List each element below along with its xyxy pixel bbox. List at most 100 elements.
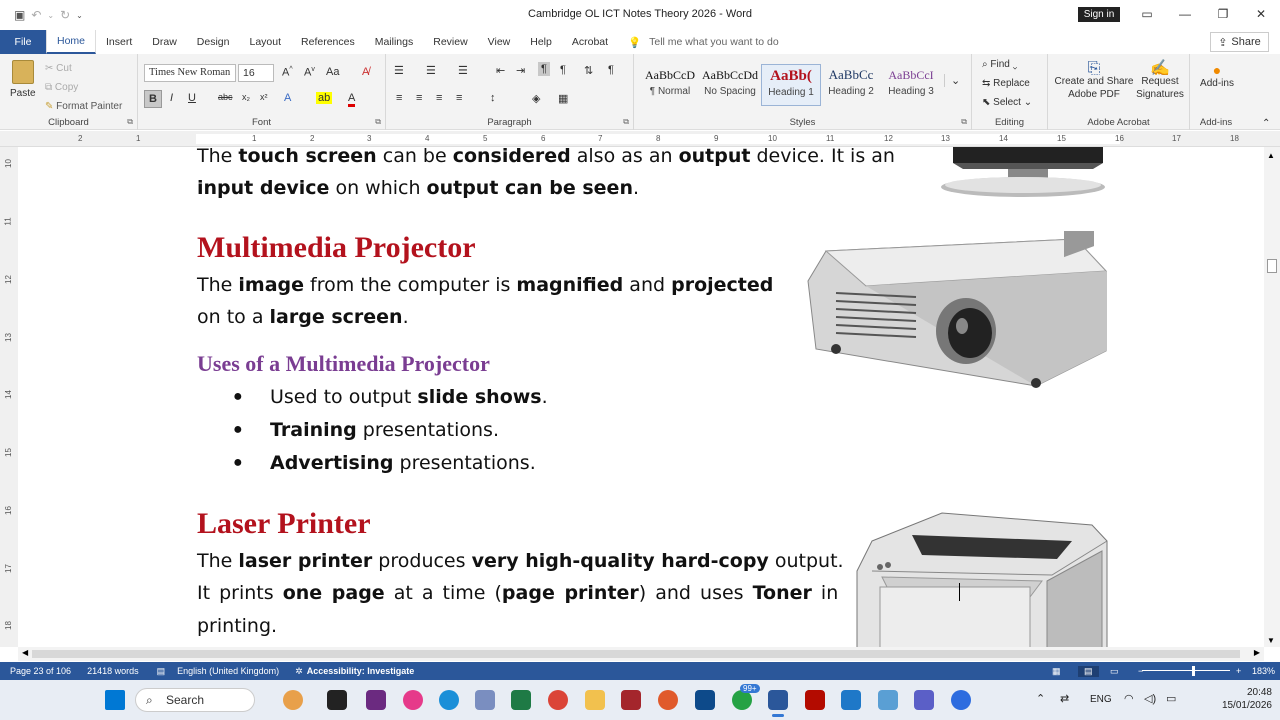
grow-font-icon[interactable]: A^ xyxy=(282,66,293,79)
read-mode-icon[interactable]: ▦ xyxy=(1052,666,1061,677)
redo-icon[interactable]: ↻ xyxy=(60,8,70,22)
share-button[interactable]: ⇪ Share xyxy=(1210,32,1269,52)
increase-indent-icon[interactable]: ⇥ xyxy=(516,64,525,77)
styles-dialog-launcher-icon[interactable]: ⧉ xyxy=(961,117,967,127)
scroll-right-icon[interactable]: ▶ xyxy=(1254,648,1260,657)
minimize-button[interactable]: — xyxy=(1166,0,1204,28)
zoom-out-icon[interactable]: − xyxy=(1138,666,1143,676)
copilot-icon[interactable] xyxy=(403,690,423,710)
zoom-slider[interactable] xyxy=(1142,670,1230,671)
proofing-icon[interactable]: ▤ xyxy=(157,666,166,677)
whatsapp-icon[interactable] xyxy=(732,690,752,710)
numbering-icon[interactable]: ☰ xyxy=(426,64,436,77)
access-icon[interactable] xyxy=(621,690,641,710)
zoom-slider-thumb[interactable] xyxy=(1192,666,1195,676)
strikethrough-button[interactable]: abc xyxy=(218,92,233,102)
sign-in-button[interactable]: Sign in xyxy=(1078,7,1120,22)
wifi-icon[interactable]: ◠ xyxy=(1124,692,1134,705)
app-icon[interactable] xyxy=(475,690,495,710)
sort-icon[interactable]: ⇅ xyxy=(584,64,593,77)
style-heading-3[interactable]: AaBbCcI Heading 3 xyxy=(881,64,941,106)
highlight-icon[interactable]: ab xyxy=(316,92,333,104)
battery-icon[interactable]: ▭ xyxy=(1166,692,1176,705)
firefox-icon[interactable] xyxy=(658,690,678,710)
change-case-icon[interactable]: Aa xyxy=(326,66,339,78)
excel-icon[interactable] xyxy=(511,690,531,710)
align-left-icon[interactable]: ≡ xyxy=(396,92,402,104)
taskbar-clock[interactable]: 20:48 15/01/2026 xyxy=(1222,686,1272,712)
font-family-select[interactable]: Times New Roman xyxy=(144,64,236,82)
save-icon[interactable]: ▣ xyxy=(14,8,25,22)
tab-home[interactable]: Home xyxy=(46,30,97,54)
copy-button[interactable]: ⧉ Copy xyxy=(45,78,122,97)
widget-icon[interactable] xyxy=(283,690,303,710)
rtl-icon[interactable]: ¶ xyxy=(560,64,566,76)
tab-file[interactable]: File xyxy=(0,30,46,54)
line-spacing-icon[interactable]: ↕ xyxy=(490,92,496,104)
teams-icon[interactable] xyxy=(914,690,934,710)
hscroll-thumb[interactable] xyxy=(32,650,1240,658)
chrome-icon[interactable] xyxy=(548,690,568,710)
style-no-spacing[interactable]: AaBbCcDd No Spacing xyxy=(700,64,760,106)
style-normal[interactable]: AaBbCcD ¶ Normal xyxy=(640,64,700,106)
horizontal-scrollbar[interactable]: ◀ ▶ xyxy=(18,647,1264,661)
tab-view[interactable]: View xyxy=(478,30,521,54)
close-button[interactable]: ✕ xyxy=(1242,0,1280,28)
web-layout-icon[interactable]: ▭ xyxy=(1110,666,1119,677)
bullets-icon[interactable]: ☰ xyxy=(394,64,404,77)
bold-button[interactable]: B xyxy=(144,90,162,108)
borders-icon[interactable]: ▦ xyxy=(558,92,568,105)
accessibility-status[interactable]: Accessibility: Investigate xyxy=(307,666,415,676)
acrobat-icon[interactable] xyxy=(805,690,825,710)
align-center-icon[interactable]: ≡ xyxy=(416,92,422,104)
vertical-ruler[interactable]: 10 11 12 13 14 15 16 17 18 xyxy=(0,147,18,647)
ltr-icon[interactable]: ¶ xyxy=(538,62,550,76)
select-button[interactable]: ⬉ Select ⌄ xyxy=(982,97,1032,108)
undo-icon[interactable]: ↶ xyxy=(31,8,41,22)
horizontal-ruler[interactable]: 2 1 1 2 3 4 5 6 7 8 9 10 11 12 13 14 15 … xyxy=(0,131,1280,147)
tab-acrobat[interactable]: Acrobat xyxy=(562,30,618,54)
store-icon[interactable] xyxy=(695,690,715,710)
justify-icon[interactable]: ≡ xyxy=(456,92,462,104)
italic-button[interactable]: I xyxy=(170,92,173,104)
task-view-icon[interactable] xyxy=(327,690,347,710)
align-right-icon[interactable]: ≡ xyxy=(436,92,442,104)
collapse-ribbon-icon[interactable]: ⌃ xyxy=(1262,118,1270,129)
text-effects-icon[interactable]: A xyxy=(284,92,291,104)
windows-start-icon[interactable] xyxy=(105,690,125,710)
tell-me-box[interactable]: 💡 Tell me what you want to do xyxy=(628,30,779,54)
onenote-icon[interactable] xyxy=(366,690,386,710)
tab-help[interactable]: Help xyxy=(520,30,562,54)
underline-button[interactable]: U xyxy=(188,92,196,104)
scroll-left-icon[interactable]: ◀ xyxy=(22,648,28,657)
document-page[interactable]: The touch screen can be considered also … xyxy=(18,147,1264,647)
superscript-button[interactable]: x² xyxy=(260,92,268,102)
replace-button[interactable]: ⇆ Replace xyxy=(982,78,1030,89)
chevron-down-icon[interactable]: ⌄ xyxy=(47,11,54,20)
find-button[interactable]: ⌕ Find ⌄ xyxy=(982,59,1017,70)
customize-qat-icon[interactable]: ⌄ xyxy=(76,11,83,20)
scroll-down-icon[interactable]: ▼ xyxy=(1267,636,1275,645)
network-status-icon[interactable]: ⇄ xyxy=(1060,692,1069,705)
scroll-thumb[interactable] xyxy=(1267,259,1277,273)
shrink-font-icon[interactable]: Av xyxy=(304,66,315,79)
create-share-pdf-button[interactable]: ⎘ Create and Share Adobe PDF xyxy=(1052,61,1136,101)
paragraph-dialog-launcher-icon[interactable]: ⧉ xyxy=(623,117,629,127)
style-heading-1[interactable]: AaBb( Heading 1 xyxy=(761,64,821,106)
zoom-in-icon[interactable]: + xyxy=(1236,666,1241,676)
tray-chevron-icon[interactable]: ⌃ xyxy=(1036,692,1045,705)
tab-review[interactable]: Review xyxy=(423,30,477,54)
vscode-icon[interactable] xyxy=(841,690,861,710)
font-size-select[interactable]: 16 xyxy=(238,64,274,82)
zoom-level[interactable]: 183% xyxy=(1252,666,1275,676)
cut-button[interactable]: ✂ Cut xyxy=(45,59,122,78)
tab-design[interactable]: Design xyxy=(187,30,240,54)
styles-more-icon[interactable]: ⌄ xyxy=(944,74,960,87)
page-count[interactable]: Page 23 of 106 xyxy=(10,666,71,676)
input-language[interactable]: ENG xyxy=(1090,694,1112,705)
dialog-launcher-icon[interactable]: ⧉ xyxy=(127,117,133,127)
request-signatures-button[interactable]: ✍ Request Signatures xyxy=(1134,61,1186,101)
taskbar-search[interactable]: ⌕ Search xyxy=(135,688,255,712)
shading-icon[interactable]: ◈ xyxy=(532,92,540,105)
addins-button[interactable]: ● Add-ins xyxy=(1194,62,1240,89)
